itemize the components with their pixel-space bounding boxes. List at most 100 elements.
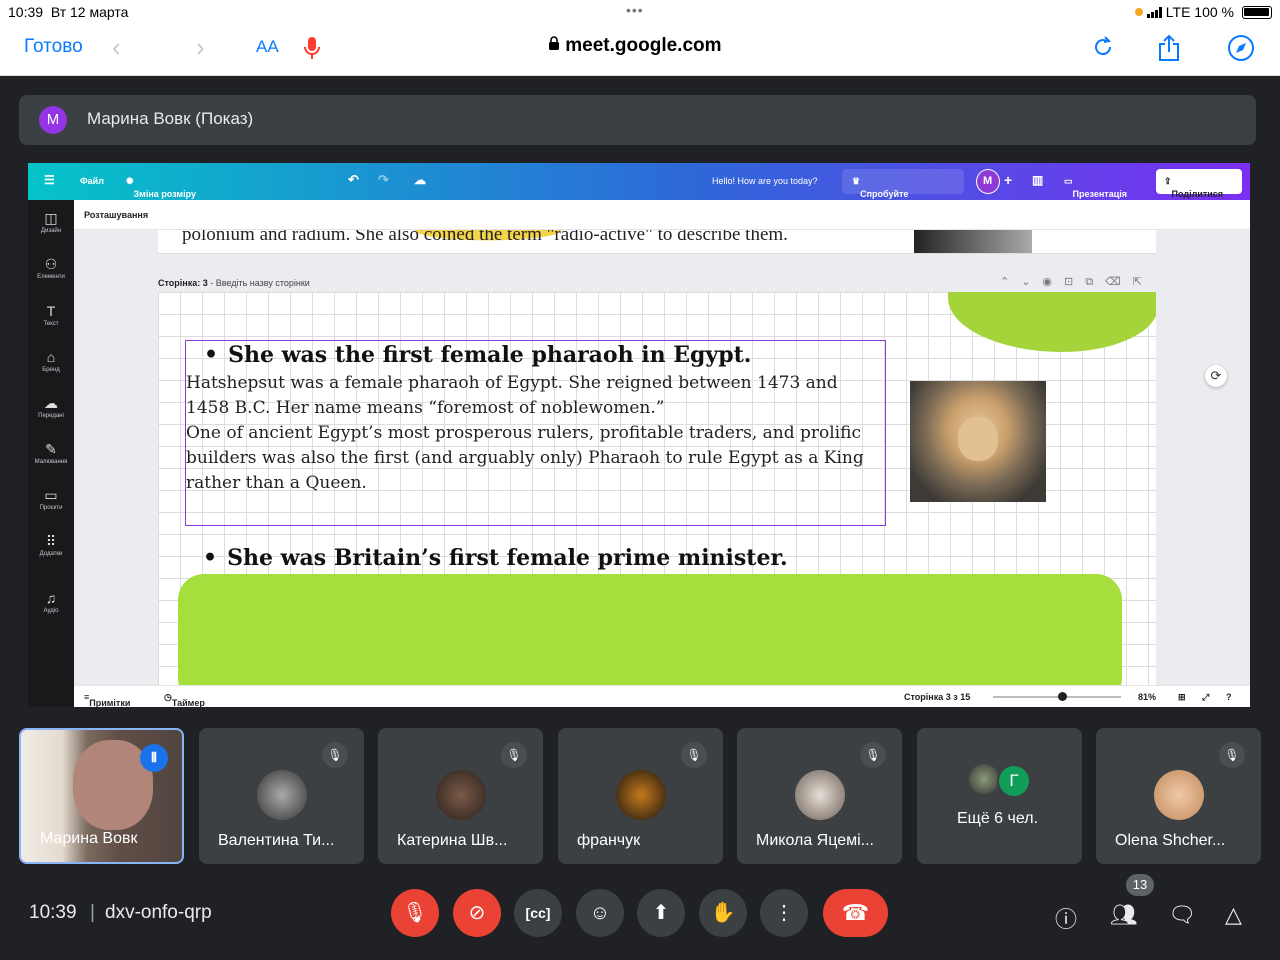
statue-face bbox=[958, 417, 998, 461]
zoom-level[interactable]: 81% bbox=[1138, 692, 1156, 702]
meeting-code: dxv-onfo-qrp bbox=[105, 902, 212, 923]
sidebar-label: Дизайн bbox=[40, 228, 62, 234]
mic-off-icon: 🎙︎ bbox=[1219, 742, 1245, 768]
presenter-bar: M Марина Вовк (Показ) bbox=[19, 95, 1256, 145]
captions-icon: [cc] bbox=[525, 905, 551, 921]
participant-tile[interactable]: 🎙︎ Валентина Ти... bbox=[199, 728, 364, 864]
people-icon[interactable]: 👥︎ bbox=[1110, 902, 1138, 928]
more-participants-tile[interactable]: Г Ещё 6 чел. bbox=[917, 728, 1082, 864]
sidebar-elements[interactable]: ⚇ Елементи bbox=[28, 256, 74, 280]
multitask-dots-icon[interactable]: ••• bbox=[626, 2, 644, 18]
sidebar-text[interactable]: T Текст bbox=[28, 303, 74, 327]
zoom-slider-knob[interactable] bbox=[1058, 692, 1067, 701]
dictation-mic-icon[interactable] bbox=[303, 36, 321, 65]
participant-avatar bbox=[436, 770, 486, 820]
previous-page-text: polonium and radium. She also coined the… bbox=[182, 230, 788, 245]
address-bar[interactable]: meet.google.com bbox=[548, 35, 722, 57]
activities-icon[interactable]: △ bbox=[1225, 902, 1242, 928]
mic-indicator-icon bbox=[1134, 8, 1143, 16]
compass-icon[interactable] bbox=[1227, 34, 1255, 67]
more-options-button[interactable]: ⋮ bbox=[760, 889, 808, 937]
camera-off-button[interactable]: ⊘ bbox=[453, 889, 501, 937]
music-icon: ♫ bbox=[45, 590, 57, 606]
canva-footer: ≡ Примітки ◷ Таймер Сторінка 3 з 15 81% … bbox=[74, 685, 1250, 707]
zoom-slider[interactable] bbox=[993, 696, 1121, 698]
ios-status-bar: 10:39 Вт 12 марта ••• LTE 100 % bbox=[0, 0, 1280, 24]
leave-call-button[interactable]: ☎ bbox=[823, 889, 888, 937]
reload-icon[interactable] bbox=[1091, 34, 1115, 65]
add-people-icon[interactable]: + bbox=[1004, 172, 1012, 188]
page-header: Сторінка: 3 - Введіть назву сторінки bbox=[158, 278, 310, 288]
participant-tile[interactable]: 🎙︎ Микола Яцемі... bbox=[737, 728, 902, 864]
page-count[interactable]: Сторінка 3 з 15 bbox=[904, 692, 970, 702]
page-tools[interactable]: ⌃⌄◉⊡⧉⌫⇱ bbox=[1000, 275, 1154, 289]
sidebar-design[interactable]: ◫ Дизайн bbox=[28, 210, 74, 234]
meeting-time: 10:39 bbox=[29, 902, 77, 923]
separator: | bbox=[90, 902, 95, 923]
raise-hand-button[interactable]: ✋ bbox=[699, 889, 747, 937]
cloud-save-icon[interactable]: ☁ bbox=[414, 173, 426, 187]
canva-sidebar: ◫ Дизайн ⚇ Елементи T Текст ⌂ Бренд ☁ Передан… bbox=[28, 200, 74, 707]
paragraph-hatshepsut: Hatshepsut was a female pharaoh of Egypt… bbox=[186, 373, 838, 418]
status-right: LTE 100 % bbox=[1134, 4, 1234, 20]
previous-page-photo bbox=[914, 230, 1032, 253]
status-time-date: 10:39 Вт 12 марта bbox=[8, 4, 128, 20]
sidebar-label: Проєкти bbox=[39, 505, 63, 511]
reactions-button[interactable]: ☺ bbox=[576, 889, 624, 937]
grid-view-icon[interactable]: ⊞ bbox=[1178, 692, 1186, 703]
sidebar-brand[interactable]: ⌂ Бренд bbox=[28, 349, 74, 373]
participant-avatar-letter: Г bbox=[997, 764, 1031, 798]
notes-button[interactable]: ≡ Примітки bbox=[84, 692, 130, 707]
info-icon[interactable]: ⓘ bbox=[1055, 902, 1077, 934]
fullscreen-icon[interactable]: ⤢ bbox=[1202, 692, 1209, 703]
back-icon[interactable]: ‹ bbox=[112, 32, 121, 63]
captions-button[interactable]: [cc] bbox=[514, 889, 562, 937]
camera-off-icon: ⊘ bbox=[468, 902, 486, 924]
timer-button[interactable]: ◷ Таймер bbox=[164, 692, 205, 707]
done-button[interactable]: Готово bbox=[24, 36, 83, 58]
position-button[interactable]: Розташування bbox=[84, 210, 148, 220]
heading-pharaoh: She was the first female pharaoh in Egyp… bbox=[204, 342, 751, 368]
sidebar-draw[interactable]: ✎ Малювання bbox=[28, 441, 74, 465]
sidebar-uploads[interactable]: ☁ Передані bbox=[28, 395, 74, 419]
mic-off-button[interactable]: 🎙︎ bbox=[391, 889, 439, 937]
help-icon[interactable]: ? bbox=[1226, 692, 1232, 702]
pen-icon: ✎ bbox=[45, 441, 57, 457]
participant-tile[interactable]: 🎙︎ франчук bbox=[558, 728, 723, 864]
previous-page[interactable]: polonium and radium. She also coined the… bbox=[158, 230, 1156, 254]
paragraph-text: Hatshepsut was a female pharaoh of Egypt… bbox=[186, 371, 886, 496]
page-name-input[interactable]: Введіть назву сторінки bbox=[216, 278, 310, 288]
forward-icon[interactable]: › bbox=[196, 32, 205, 63]
hamburger-icon[interactable]: ☰ bbox=[44, 173, 55, 187]
design-title[interactable]: Hello! How are you today? bbox=[712, 176, 818, 186]
hatshepsut-statue-image[interactable] bbox=[910, 381, 1046, 502]
present-button[interactable]: ▭ Презентація bbox=[1064, 176, 1127, 199]
speaking-indicator-icon: ⦀ bbox=[140, 744, 168, 772]
participant-tile[interactable]: 🎙︎ Катерина Шв... bbox=[378, 728, 543, 864]
sidebar-label: Елементи bbox=[37, 274, 65, 280]
redo-icon[interactable]: ↷ bbox=[378, 172, 389, 188]
shapes-icon: ⚇ bbox=[44, 256, 58, 272]
sidebar-audio[interactable]: ♫ Аудіо bbox=[28, 590, 74, 614]
status-date: Вт 12 марта bbox=[50, 4, 129, 20]
participant-tile[interactable]: 🎙︎ Olena Shcher... bbox=[1096, 728, 1261, 864]
sidebar-label: Аудіо bbox=[43, 608, 59, 614]
selected-text-box[interactable]: She was the first female pharaoh in Egyp… bbox=[185, 340, 886, 526]
analytics-icon[interactable]: ▥ bbox=[1032, 173, 1043, 187]
present-screen-button[interactable]: ⬆ bbox=[637, 889, 685, 937]
sidebar-label: Додатки bbox=[39, 551, 63, 557]
current-page[interactable]: She was the first female pharaoh in Egyp… bbox=[158, 292, 1156, 685]
share-icon[interactable] bbox=[1157, 34, 1181, 67]
resize-button[interactable]: ✺ Зміна розміру й Магічне перетворення bbox=[126, 176, 196, 219]
file-menu[interactable]: Файл bbox=[80, 176, 104, 186]
battery-icon bbox=[1242, 6, 1272, 19]
chat-icon[interactable]: 🗨︎ bbox=[1168, 902, 1196, 928]
refresh-icon[interactable]: ⟳ bbox=[1205, 365, 1227, 387]
lock-icon bbox=[549, 36, 559, 50]
participant-name: Olena Shcher... bbox=[1115, 832, 1226, 849]
undo-icon[interactable]: ↶ bbox=[348, 172, 359, 188]
participant-tile[interactable]: ⦀ Марина Вовк bbox=[19, 728, 184, 864]
sidebar-projects[interactable]: ▭ Проєкти bbox=[28, 487, 74, 511]
text-size-button[interactable]: AA bbox=[256, 37, 279, 57]
sidebar-apps[interactable]: ⠿ Додатки bbox=[28, 533, 74, 557]
